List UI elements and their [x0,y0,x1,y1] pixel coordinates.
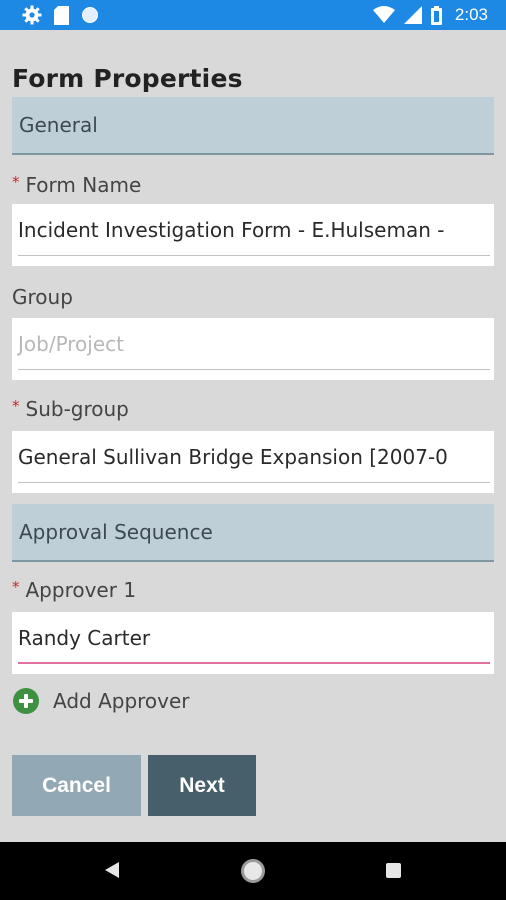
form-name-value: Incident Investigation Form - E.Hulseman… [18,218,445,242]
signal-icon [403,6,422,24]
group-field[interactable]: Job/Project [12,318,494,380]
section-header-general: General [12,97,494,155]
required-marker: * [12,397,20,415]
required-marker: * [12,578,20,596]
next-button[interactable]: Next [148,755,256,816]
form-name-label-text: Form Name [25,173,142,197]
gear-icon [22,5,42,25]
field-underline-active [18,662,490,664]
battery-icon [430,5,442,25]
page-title: Form Properties [12,64,243,93]
approver-1-label-text: Approver 1 [25,578,137,602]
add-approver-button[interactable]: Add Approver [13,686,190,716]
navigation-bar [0,842,506,900]
sub-group-field[interactable]: General Sullivan Bridge Expansion [2007-… [12,431,494,493]
plus-circle-icon [13,688,39,714]
form-name-label: * Form Name [12,173,141,197]
status-bar-right-icons: 2:03 [372,4,488,26]
group-placeholder: Job/Project [18,332,124,356]
status-bar: 2:03 [0,0,506,30]
back-icon[interactable] [104,861,120,879]
section-header-label: Approval Sequence [19,520,213,544]
sub-group-label-text: Sub-group [25,397,129,421]
approver-1-value: Randy Carter [18,626,151,650]
recent-apps-icon[interactable] [386,863,401,878]
approver-1-label: * Approver 1 [12,578,136,602]
sd-card-icon [54,5,69,25]
circle-icon [82,7,98,23]
approver-1-field[interactable]: Randy Carter [12,612,494,674]
status-time: 2:03 [454,5,488,24]
sub-group-label: * Sub-group [12,397,129,421]
home-icon[interactable] [241,859,265,883]
wifi-icon [372,6,395,23]
group-label: Group [12,285,73,309]
sub-group-value: General Sullivan Bridge Expansion [2007-… [18,445,448,469]
section-header-label: General [19,113,98,137]
status-bar-left-icons [22,5,99,25]
field-underline [18,482,490,483]
cancel-button[interactable]: Cancel [12,755,141,816]
field-underline [18,369,490,370]
section-header-approval-sequence: Approval Sequence [12,504,494,562]
form-name-field[interactable]: Incident Investigation Form - E.Hulseman… [12,204,494,266]
field-underline [18,255,490,256]
add-approver-label: Add Approver [53,689,190,713]
required-marker: * [12,173,20,191]
